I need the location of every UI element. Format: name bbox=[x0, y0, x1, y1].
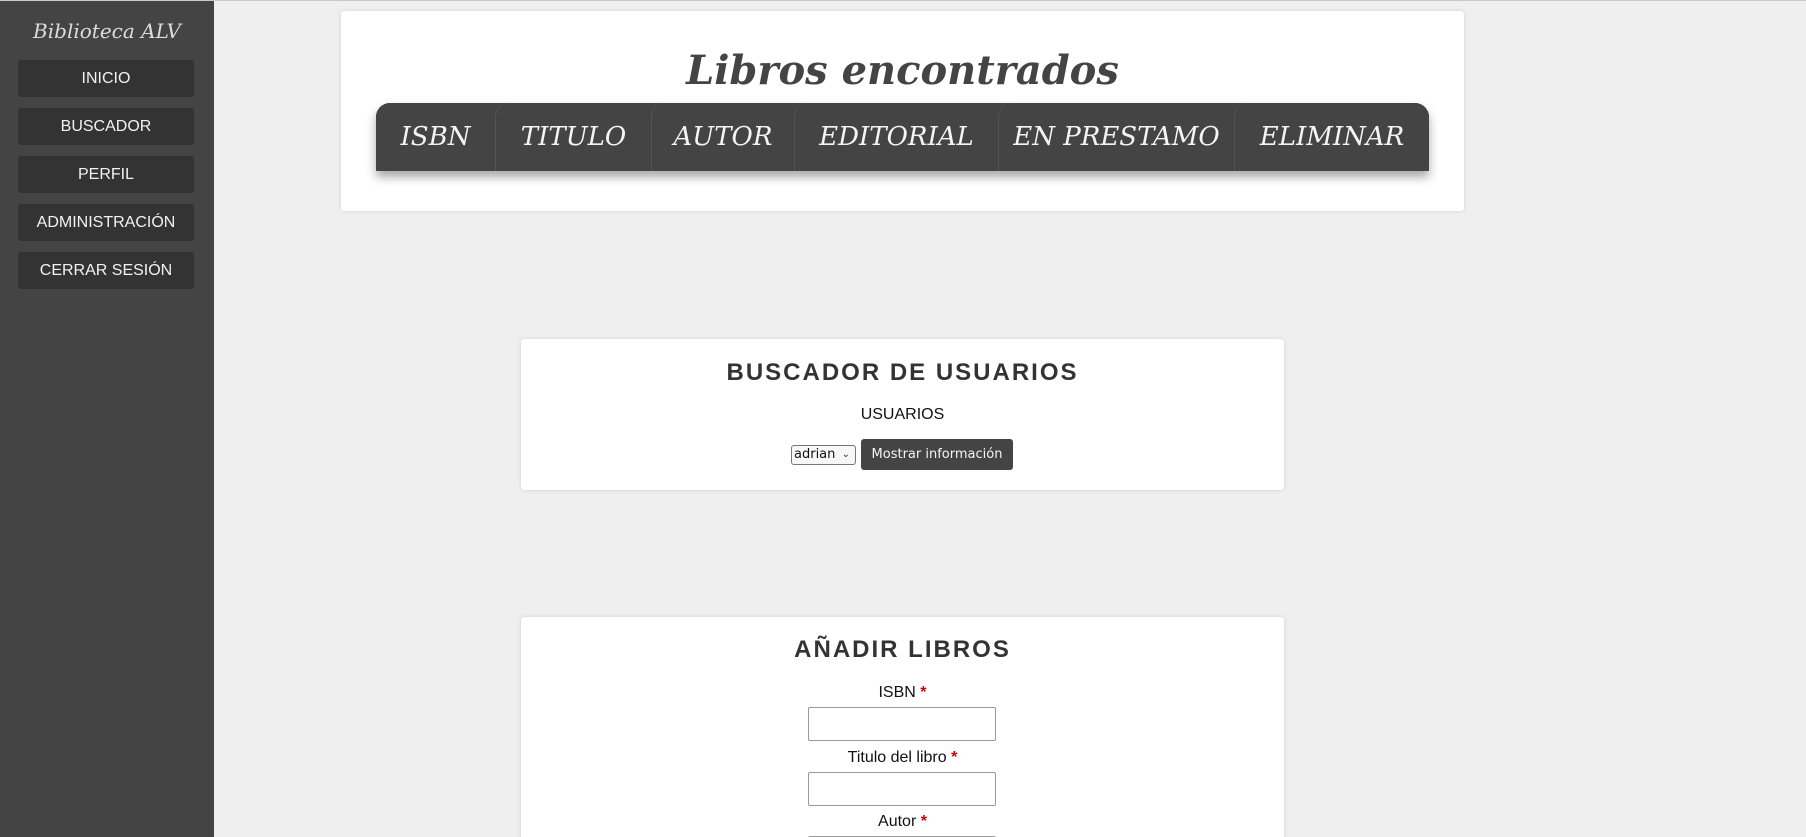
tab-titulo[interactable]: TITULO bbox=[495, 103, 651, 171]
isbn-label: ISBN * bbox=[521, 684, 1284, 702]
user-search-heading: BUSCADOR DE USUARIOS bbox=[726, 359, 1079, 386]
user-select[interactable]: adrian ⌄ bbox=[791, 445, 856, 465]
isbn-label-text: ISBN bbox=[878, 684, 916, 701]
user-select-value: adrian bbox=[794, 447, 836, 462]
chevron-down-icon: ⌄ bbox=[841, 449, 850, 460]
sidebar-item-buscador[interactable]: BUSCADOR bbox=[18, 108, 194, 145]
results-card: Libros encontrados ISBN TITULO AUTOR EDI… bbox=[341, 11, 1464, 211]
user-search-card: BUSCADOR DE USUARIOS USUARIOS adrian ⌄ M… bbox=[521, 339, 1284, 490]
title-label: Titulo del libro * bbox=[521, 749, 1284, 767]
sidebar-item-administracion[interactable]: ADMINISTRACIÓN bbox=[18, 204, 194, 241]
required-marker: * bbox=[920, 684, 927, 701]
tab-eliminar[interactable]: ELIMINAR bbox=[1234, 103, 1429, 171]
required-marker: * bbox=[920, 813, 927, 830]
sidebar-item-cerrar-sesion[interactable]: CERRAR SESIÓN bbox=[18, 252, 194, 289]
author-label: Autor * bbox=[521, 813, 1284, 831]
author-label-text: Autor bbox=[878, 813, 917, 830]
show-info-button[interactable]: Mostrar información bbox=[861, 439, 1013, 470]
tab-isbn[interactable]: ISBN bbox=[376, 103, 495, 171]
users-label: USUARIOS bbox=[860, 406, 945, 423]
tab-autor[interactable]: AUTOR bbox=[651, 103, 794, 171]
book-title-field[interactable] bbox=[808, 772, 996, 806]
brand-title: Biblioteca ALV bbox=[33, 19, 181, 43]
add-books-card: AÑADIR LIBROS ISBN * Titulo del libro * … bbox=[521, 617, 1284, 837]
required-marker: * bbox=[951, 749, 958, 766]
sidebar-item-perfil[interactable]: PERFIL bbox=[18, 156, 194, 193]
sidebar: Biblioteca ALV INICIO BUSCADOR PERFIL AD… bbox=[0, 1, 214, 837]
title-label-text: Titulo del libro bbox=[847, 749, 947, 766]
results-tab-bar: ISBN TITULO AUTOR EDITORIAL EN PRESTAMO … bbox=[376, 103, 1429, 171]
add-books-heading: AÑADIR LIBROS bbox=[794, 636, 1011, 663]
tab-editorial[interactable]: EDITORIAL bbox=[794, 103, 998, 171]
isbn-field[interactable] bbox=[808, 707, 996, 741]
tab-en-prestamo[interactable]: EN PRESTAMO bbox=[998, 103, 1234, 171]
page-title: Libros encontrados bbox=[686, 47, 1119, 94]
sidebar-item-inicio[interactable]: INICIO bbox=[18, 60, 194, 97]
